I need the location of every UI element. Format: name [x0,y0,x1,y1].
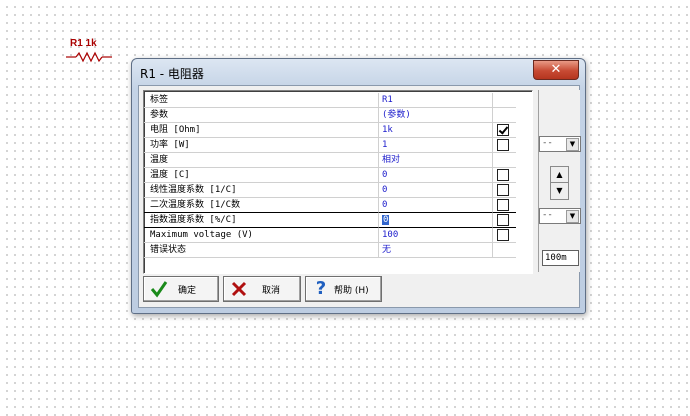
value-spinner[interactable]: ▲ ▼ [550,166,569,200]
property-name: 参数 [144,108,379,123]
dialog-client-area: 标签 R1 参数 (参数) 电阻 [Ohm] 1k 功率 [W] 1 温度 相对 温度 [C] 0 线性… [138,85,581,308]
dialog-title: R1 - 电阻器 [140,67,204,81]
property-name: 温度 [144,153,379,168]
cross-icon [231,281,247,297]
cancel-button[interactable]: 取消 [223,276,301,302]
property-name: 功率 [W] [144,138,379,153]
show-on-schematic-checkbox[interactable] [497,184,509,196]
property-row[interactable]: 电阻 [Ohm] 1k [144,123,516,138]
properties-grid: 标签 R1 参数 (参数) 电阻 [Ohm] 1k 功率 [W] 1 温度 相对 温度 [C] 0 线性… [143,90,533,274]
property-value[interactable]: 无 [379,243,493,258]
property-value[interactable]: R1 [379,93,493,108]
property-value[interactable]: 1k [379,123,493,138]
property-row[interactable]: Maximum voltage (V) 100 [144,228,516,243]
property-name: 二次温度系数 [1/C数 [144,198,379,213]
property-display-cell [493,93,516,108]
ok-button-label: 确定 [178,286,197,296]
top-unit-dropdown-value: -- [542,138,553,148]
property-value[interactable]: 0 [379,198,493,213]
spin-down-button[interactable]: ▼ [551,183,568,198]
show-on-schematic-checkbox[interactable] [497,199,509,211]
property-value-selected-text[interactable]: 0 [382,215,390,225]
properties-sidebar: -- ▼ ▲ ▼ -- ▼ 100m [538,90,581,272]
property-value[interactable]: 0 [379,168,493,183]
property-display-cell [493,108,516,123]
property-display-cell [493,123,516,138]
property-row[interactable]: 指数温度系数 [%/C] 0 [144,212,516,228]
property-name: 指数温度系数 [%/C] [144,212,379,228]
chevron-down-icon[interactable]: ▼ [566,138,579,151]
property-row[interactable]: 二次温度系数 [1/C数 0 [144,198,516,213]
bottom-unit-dropdown-value: -- [542,210,553,220]
chevron-down-icon[interactable]: ▼ [566,210,579,223]
property-row[interactable]: 温度 [C] 0 [144,168,516,183]
show-on-schematic-checkbox[interactable] [497,214,509,226]
show-on-schematic-checkbox[interactable] [497,229,509,241]
property-display-cell [493,153,516,168]
property-display-cell [493,243,516,258]
property-display-cell [493,138,516,153]
property-display-cell [493,198,516,213]
property-row[interactable]: 温度 相对 [144,153,516,168]
property-name: 错误状态 [144,243,379,258]
help-question-icon: ? [315,278,327,299]
property-name: 电阻 [Ohm] [144,123,379,138]
resistor-symbol-icon[interactable] [66,51,112,63]
property-value[interactable]: (参数) [379,108,493,123]
property-display-cell [493,228,516,243]
property-row[interactable]: 错误状态无 [144,243,516,258]
property-name: Maximum voltage (V) [144,228,379,243]
resistor-properties-dialog: R1 - 电阻器 ✕ 标签 R1 参数 (参数) 电阻 [Ohm] 1k 功率 [W] 1 温度… [131,58,586,314]
help-button-label: 帮助 (H) [334,286,369,296]
show-on-schematic-checkbox[interactable] [497,139,509,151]
checkmark-icon [150,281,168,298]
spin-up-button[interactable]: ▲ [551,167,568,183]
property-value[interactable]: 相对 [379,153,493,168]
cancel-button-label: 取消 [262,286,281,296]
property-row[interactable]: 功率 [W] 1 [144,138,516,153]
property-value[interactable]: 0 [379,212,493,228]
close-button[interactable]: ✕ [533,60,579,80]
property-display-cell [493,168,516,183]
property-display-cell [493,183,516,198]
property-row[interactable]: 参数 (参数) [144,108,516,123]
bottom-unit-dropdown[interactable]: -- ▼ [539,208,581,224]
show-on-schematic-checkbox[interactable] [497,169,509,181]
close-icon: ✕ [550,62,562,77]
show-on-schematic-checkbox[interactable] [497,124,509,136]
property-name: 线性温度系数 [1/C] [144,183,379,198]
property-value[interactable]: 100 [379,228,493,243]
schematic-label[interactable]: R1 1k [70,38,97,49]
top-unit-dropdown[interactable]: -- ▼ [539,136,581,152]
property-value[interactable]: 0 [379,183,493,198]
property-name: 标签 [144,93,379,108]
step-value-field[interactable]: 100m [542,250,579,266]
property-row[interactable]: 标签 R1 [144,93,516,108]
property-row[interactable]: 线性温度系数 [1/C] 0 [144,183,516,198]
property-name: 温度 [C] [144,168,379,183]
property-value[interactable]: 1 [379,138,493,153]
ok-button[interactable]: 确定 [143,276,219,302]
property-display-cell [493,212,516,228]
help-button[interactable]: ? 帮助 (H) [305,276,382,302]
